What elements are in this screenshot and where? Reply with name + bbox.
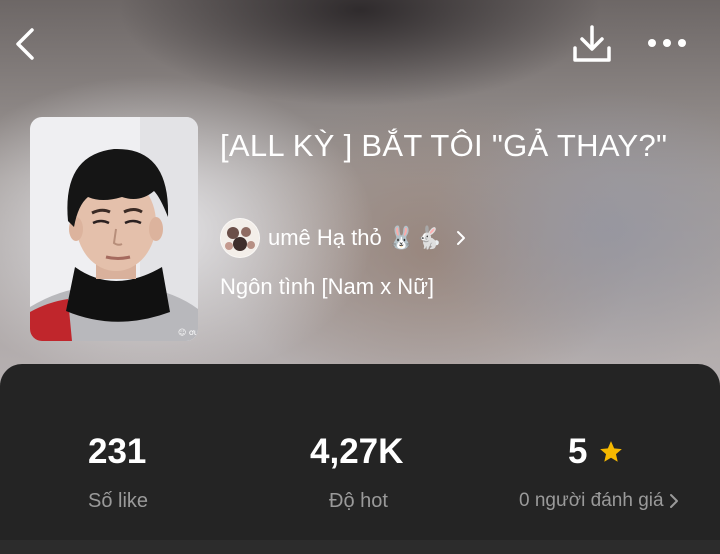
top-bar (0, 0, 720, 90)
rating-value: 5 (568, 432, 588, 471)
book-cover[interactable]: ☺ ơι (30, 117, 198, 341)
bottom-divider (0, 540, 720, 554)
likes-value: 231 (88, 432, 147, 471)
rating-count-label: 0 người đánh giá (519, 490, 664, 511)
more-horizontal-icon (648, 39, 686, 47)
book-title: [ALL KỲ ] BẮT TÔI "GẢ THAY?" (220, 128, 668, 163)
hot-label: Độ hot (329, 490, 388, 512)
avatar (220, 218, 260, 258)
more-options-button[interactable] (644, 28, 690, 58)
cover-portrait-image: ☺ ơι (30, 117, 198, 341)
book-genre: Ngôn tình [Nam x Nữ] (220, 274, 435, 299)
chevron-right-icon (670, 494, 678, 508)
back-button[interactable] (10, 26, 44, 62)
likes-label: Số like (88, 490, 149, 512)
svg-text:☺ ơι: ☺ ơι (178, 328, 197, 337)
download-button[interactable] (570, 24, 614, 64)
chevron-right-icon (456, 231, 465, 245)
download-icon (573, 25, 611, 62)
author-avatar-image (221, 219, 259, 257)
hot-value: 4,27K (310, 432, 404, 471)
stats-panel: 231 Số like 4,27K Độ hot 5 0 người đánh … (0, 364, 720, 554)
chevron-left-icon (16, 28, 34, 60)
author-link[interactable]: umê Hạ thỏ 🐰🐇 (220, 218, 469, 258)
star-icon (600, 441, 622, 462)
author-name: umê Hạ thỏ 🐰🐇 (268, 225, 443, 250)
